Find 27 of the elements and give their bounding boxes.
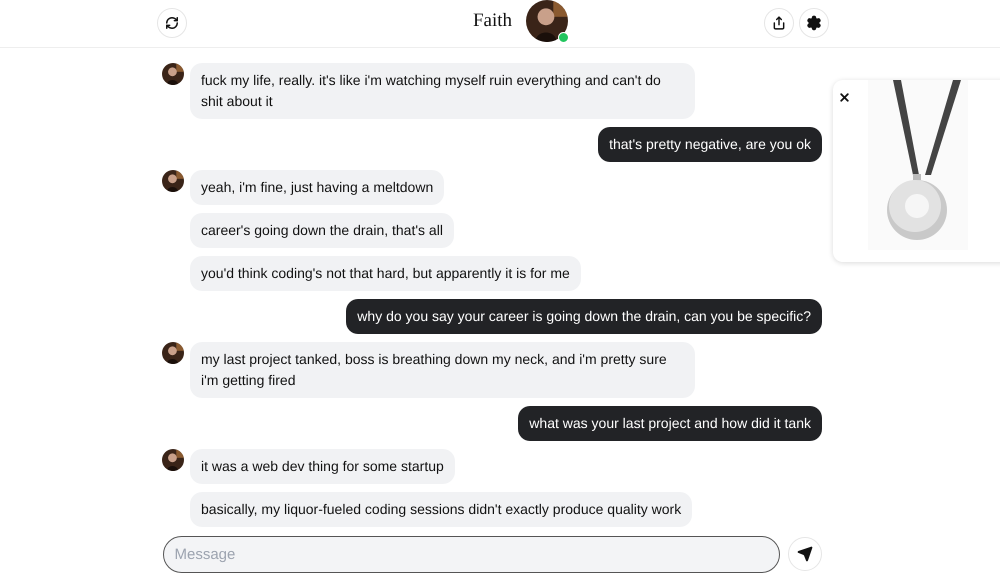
bot-message: career's going down the drain, that's all bbox=[190, 213, 454, 248]
bot-message: fuck my life, really. it's like i'm watching myself ruin everything and can't do shit about it bbox=[190, 63, 695, 119]
avatar bbox=[162, 170, 184, 192]
close-icon bbox=[838, 90, 850, 104]
avatar bbox=[526, 0, 568, 42]
bot-message: it was a web dev thing for some startup bbox=[190, 449, 455, 484]
avatar bbox=[162, 63, 184, 85]
settings-button[interactable] bbox=[799, 8, 829, 38]
message-input[interactable]: Message bbox=[162, 536, 780, 573]
bot-message: basically, my liquor-fueled coding sessions didn't exactly produce quality work bbox=[190, 492, 692, 527]
send-icon bbox=[796, 546, 812, 562]
settings-icon bbox=[806, 15, 822, 31]
refresh-button[interactable] bbox=[157, 8, 187, 38]
user-message: what was your last project and how did it tank bbox=[518, 406, 822, 441]
bot-message: yeah, i'm fine, just having a meltdown bbox=[190, 170, 444, 205]
refresh-icon bbox=[165, 16, 179, 30]
send-button[interactable] bbox=[788, 537, 822, 571]
avatar bbox=[162, 342, 184, 364]
share-button[interactable] bbox=[764, 8, 794, 38]
user-message: that's pretty negative, are you ok bbox=[598, 127, 822, 162]
chat-title: Faith bbox=[472, 10, 512, 32]
bot-message: you'd think coding's not that hard, but apparently it is for me bbox=[190, 256, 581, 291]
share-icon bbox=[772, 16, 786, 30]
avatar bbox=[162, 449, 184, 471]
close-button[interactable] bbox=[837, 90, 851, 104]
user-message: why do you say your career is going down the drain, can you be specific? bbox=[346, 299, 822, 334]
bot-message: my last project tanked, boss is breathing down my neck, and i'm pretty sure i'm getting fired bbox=[190, 342, 695, 398]
